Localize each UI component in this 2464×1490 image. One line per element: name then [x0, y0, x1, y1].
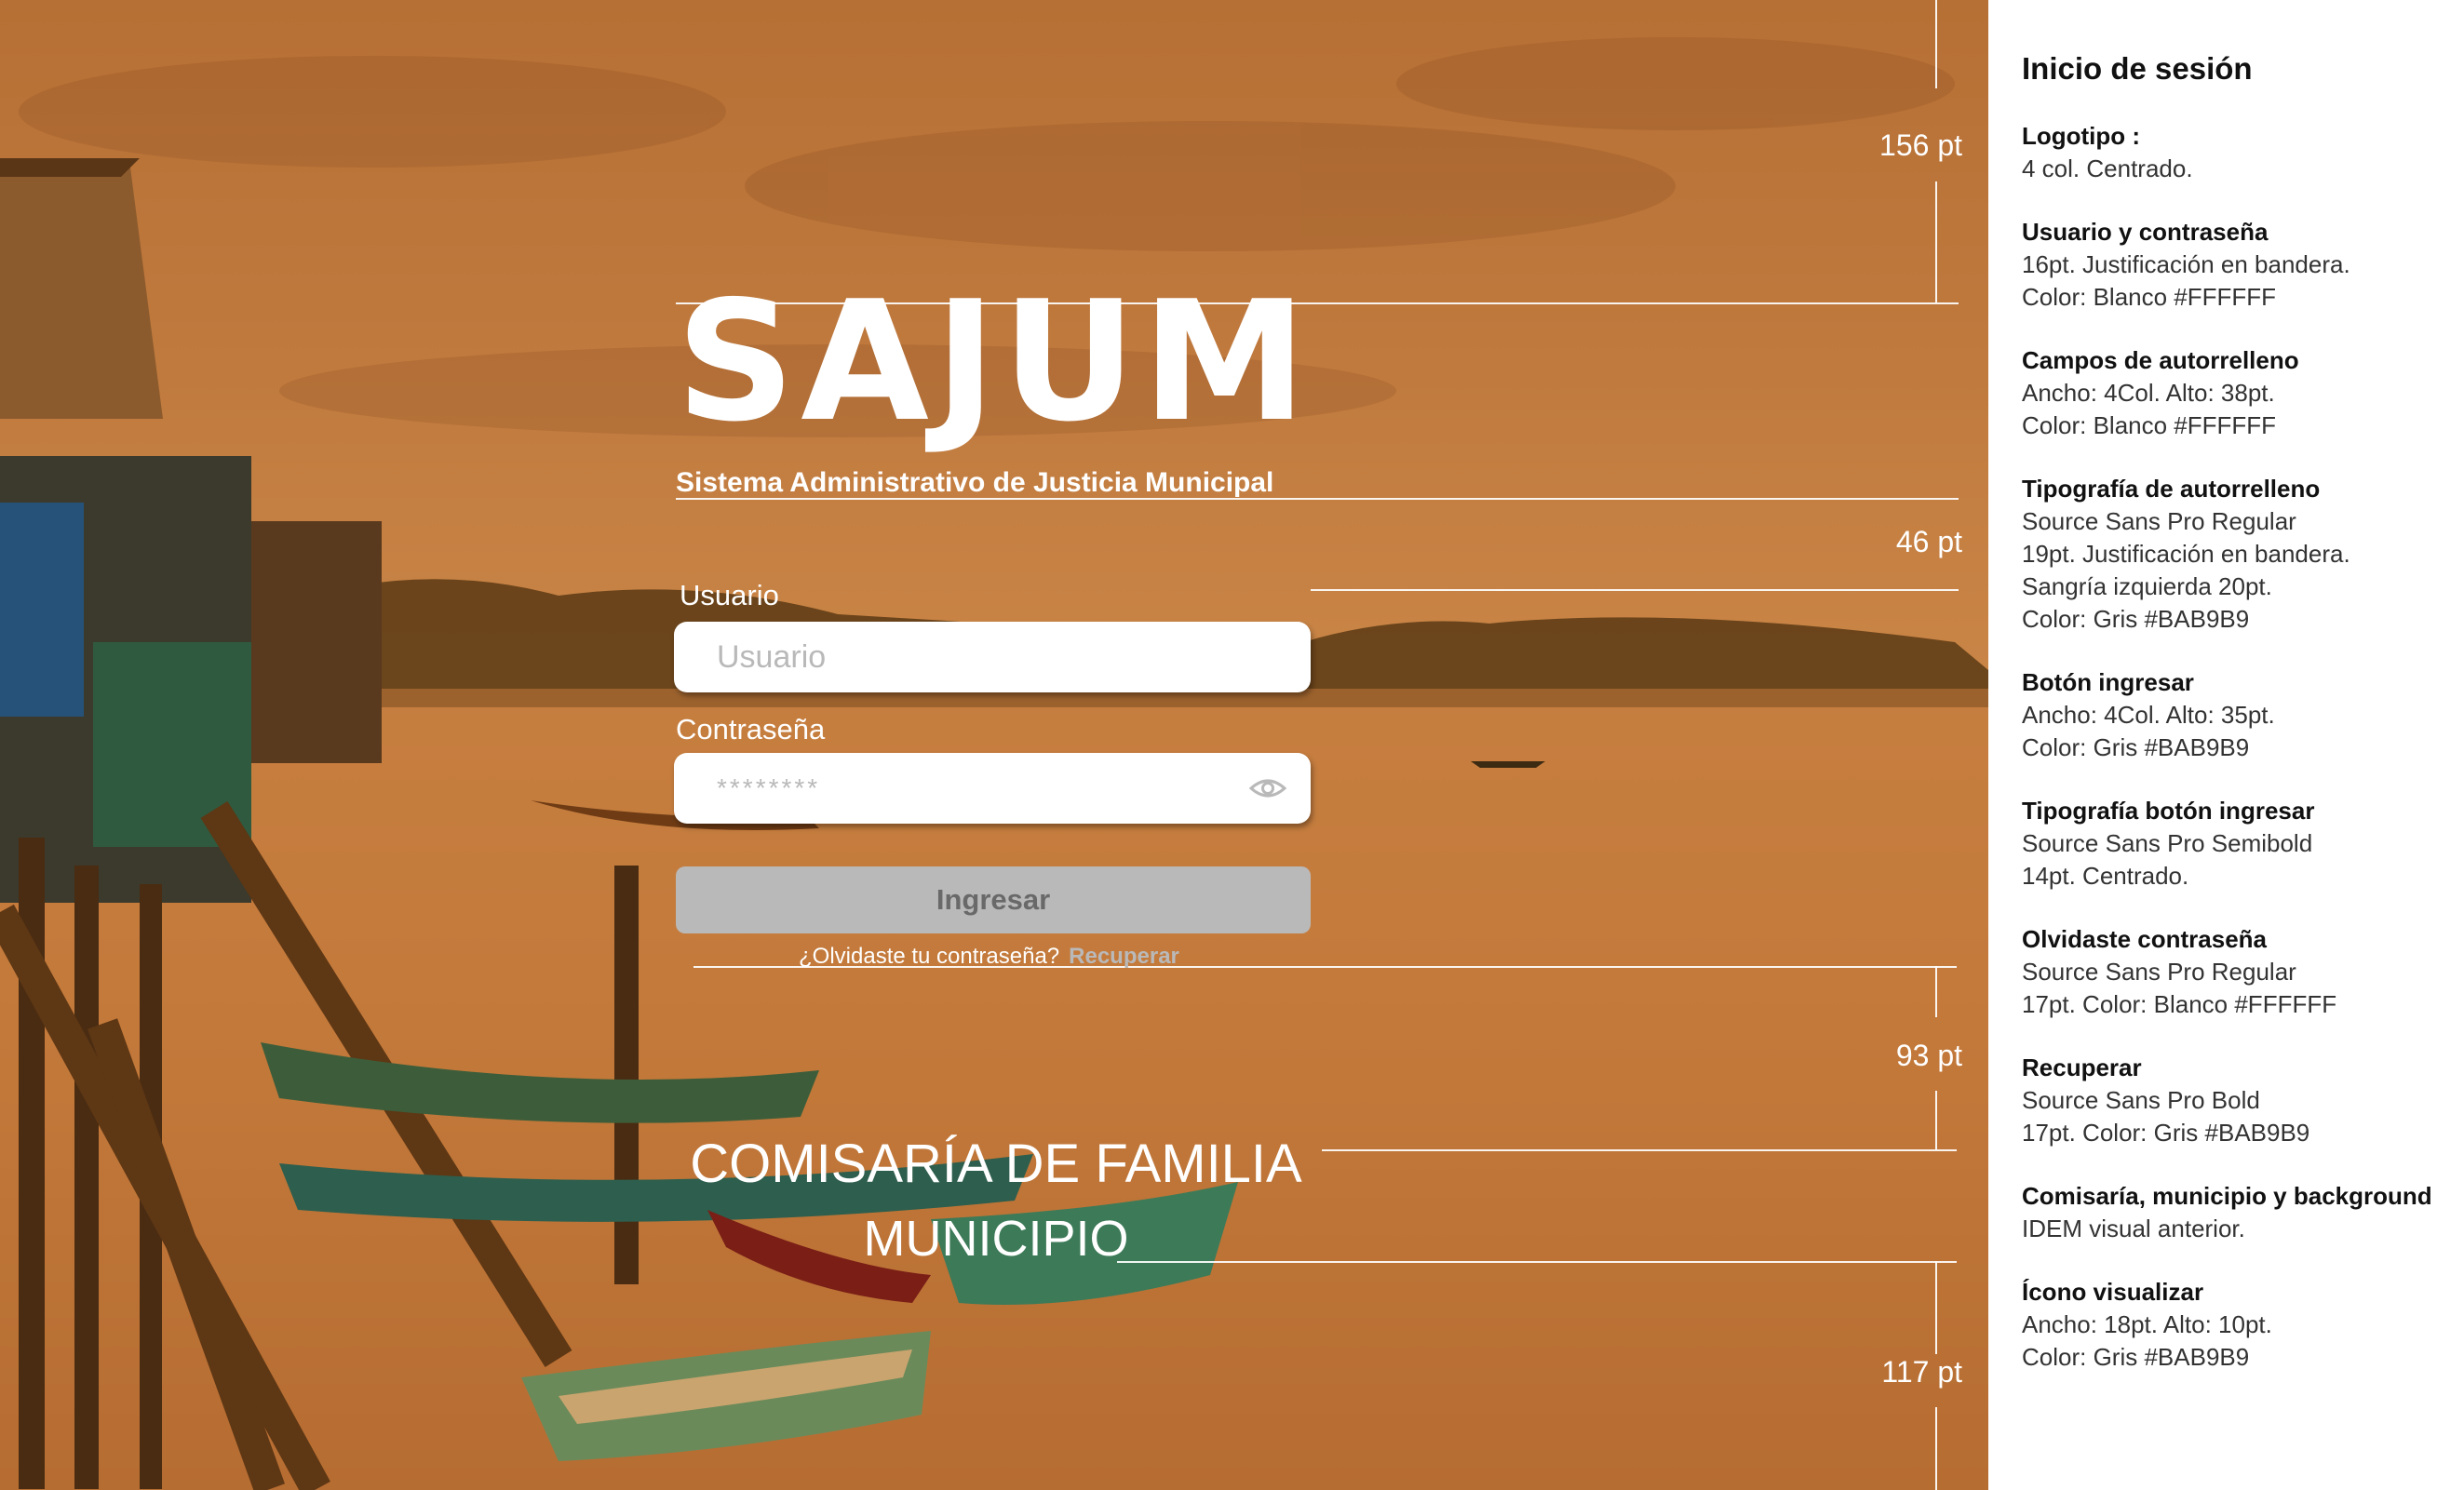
measure-line — [1935, 181, 1937, 302]
spec-title: Recuperar — [2022, 1054, 2142, 1081]
commissary-title: COMISARÍA DE FAMILIA — [690, 1134, 1302, 1194]
spec-line: Source Sans Pro Bold — [2022, 1086, 2260, 1114]
measure-line — [1935, 0, 1937, 88]
spec-section: Usuario y contraseña 16pt. Justificación … — [2022, 216, 2450, 314]
spec-line: IDEM visual anterior. — [2022, 1215, 2245, 1242]
guide-line — [1322, 1149, 1957, 1151]
username-field[interactable] — [674, 622, 1311, 692]
spec-line: Ancho: 4Col. Alto: 35pt. — [2022, 701, 2275, 729]
measure-line — [1935, 966, 1937, 1017]
spec-title: Olvidaste contraseña — [2022, 925, 2267, 953]
spec-line: Source Sans Pro Semibold — [2022, 829, 2313, 857]
spec-line: Color: Blanco #FFFFFF — [2022, 283, 2277, 311]
spec-title: Ícono visualizar — [2022, 1278, 2204, 1306]
system-subtitle: Sistema Administrativo de Justicia Munic… — [676, 467, 1274, 498]
spec-line: 17pt. Color: Blanco #FFFFFF — [2022, 990, 2337, 1018]
spec-line: Ancho: 18pt. Alto: 10pt. — [2022, 1310, 2272, 1338]
spec-title: Tipografía botón ingresar — [2022, 797, 2315, 825]
spec-title: Tipografía de autorrelleno — [2022, 475, 2321, 503]
username-input[interactable] — [715, 638, 1286, 677]
spec-section: Tipografía de autorrelleno Source Sans Pr… — [2022, 473, 2450, 636]
measurement-93: 93 pt — [1895, 1039, 1962, 1072]
measure-line — [1935, 1407, 1937, 1490]
spec-section: Olvidaste contraseña Source Sans Pro Regu… — [2022, 923, 2450, 1021]
spec-section: Logotipo : 4 col. Centrado. — [2022, 120, 2450, 185]
spec-line: 19pt. Justificación en bandera. — [2022, 540, 2350, 568]
eye-icon[interactable] — [1249, 777, 1286, 799]
spec-line: 16pt. Justificación en bandera. — [2022, 250, 2350, 278]
spec-title: Botón ingresar — [2022, 668, 2194, 696]
spec-section: Recuperar Source Sans Pro Bold 17pt. Color… — [2022, 1052, 2450, 1149]
forgot-password-row: ¿Olvidaste tu contraseña? Recuperar — [799, 944, 1179, 970]
measurement-46: 46 pt — [1895, 525, 1962, 558]
measure-line — [1935, 1261, 1937, 1354]
measurement-156: 156 pt — [1879, 128, 1962, 162]
spec-list: Logotipo : 4 col. Centrado. Usuario y cont… — [2022, 120, 2450, 1374]
forgot-password-text: ¿Olvidaste tu contraseña? — [799, 944, 1060, 969]
measure-line — [1935, 1091, 1937, 1149]
password-input[interactable] — [715, 772, 1249, 804]
spec-line: Sangría izquierda 20pt. — [2022, 572, 2272, 600]
spec-title: Usuario y contraseña — [2022, 218, 2269, 246]
spec-line: Source Sans Pro Regular — [2022, 507, 2296, 535]
recover-link[interactable]: Recuperar — [1069, 944, 1179, 969]
spec-section: Comisaría, municipio y background IDEM vi… — [2022, 1180, 2450, 1245]
spec-line: 17pt. Color: Gris #BAB9B9 — [2022, 1119, 2310, 1147]
spec-section: Campos de autorrelleno Ancho: 4Col. Alto:… — [2022, 344, 2450, 442]
specs-panel: Inicio de sesión Logotipo : 4 col. Centra… — [2022, 51, 2450, 1404]
guide-line — [1311, 589, 1959, 591]
municipality-title: MUNICIPIO — [863, 1211, 1129, 1267]
measurement-117: 117 pt — [1881, 1355, 1962, 1389]
spec-line: Color: Gris #BAB9B9 — [2022, 733, 2250, 761]
spec-line: Source Sans Pro Regular — [2022, 958, 2296, 986]
spec-section: Tipografía botón ingresar Source Sans Pro… — [2022, 795, 2450, 893]
login-button[interactable]: Ingresar — [676, 866, 1311, 933]
spec-title: Comisaría, municipio y background — [2022, 1182, 2432, 1210]
spec-line: Ancho: 4Col. Alto: 38pt. — [2022, 379, 2275, 407]
login-mockup: 156 pt 46 pt 93 pt 117 pt SAJUM Sistema … — [0, 0, 1988, 1490]
specs-title: Inicio de sesión — [2022, 51, 2253, 86]
spec-title: Campos de autorrelleno — [2022, 346, 2299, 374]
spec-line: 4 col. Centrado. — [2022, 154, 2193, 182]
spec-line: 14pt. Centrado. — [2022, 862, 2189, 890]
spec-line: Color: Gris #BAB9B9 — [2022, 1343, 2250, 1371]
username-label: Usuario — [680, 579, 779, 611]
sajum-logo: SAJUM — [676, 265, 1313, 458]
password-field[interactable] — [674, 753, 1311, 824]
password-label: Contraseña — [676, 713, 826, 745]
spec-line: Color: Gris #BAB9B9 — [2022, 605, 2250, 633]
spec-section: Ícono visualizar Ancho: 18pt. Alto: 10pt.… — [2022, 1276, 2450, 1374]
spec-title: Logotipo : — [2022, 122, 2141, 150]
spec-line: Color: Blanco #FFFFFF — [2022, 411, 2277, 439]
spec-section: Botón ingresar Ancho: 4Col. Alto: 35pt. Co… — [2022, 666, 2450, 764]
